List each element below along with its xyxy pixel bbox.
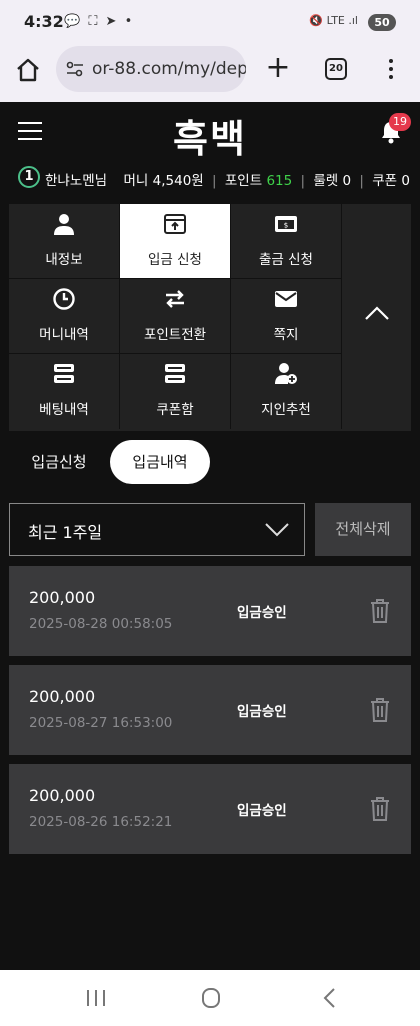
home-icon[interactable]	[14, 56, 42, 84]
status-time: 4:32	[24, 12, 64, 31]
site-logo[interactable]: 흑백	[150, 108, 270, 161]
username[interactable]: 한냐노멘님	[45, 169, 107, 189]
user-plus-icon	[275, 363, 297, 384]
system-nav-bar	[0, 970, 420, 1026]
coupon-value: 0	[401, 173, 410, 189]
notification-icons: 💬 ⛶ ➤ •	[64, 14, 135, 29]
trash-icon[interactable]	[369, 697, 391, 723]
mypage-menu-grid: 내정보 입금 신청 $ 출금 신청 머니내역 포인트전환 쪽지 베팅내역 쿠폰함…	[9, 204, 411, 431]
divider: |	[359, 173, 364, 189]
deposit-icon	[164, 214, 186, 234]
menu-label: 쿠폰함	[156, 402, 194, 418]
menu-label: 지인추천	[261, 402, 311, 418]
deposit-status: 입금승인	[237, 803, 287, 819]
roulette-value: 0	[342, 173, 352, 189]
money-label: 머니	[123, 173, 149, 189]
deposit-subtabs: 입금신청 입금내역	[0, 440, 420, 486]
chevron-down-icon	[265, 523, 289, 537]
divider: |	[212, 173, 217, 189]
deposit-status: 입금승인	[237, 605, 287, 621]
menu-label: 머니내역	[39, 327, 89, 343]
menu-label: 쪽지	[273, 327, 299, 343]
menu-item-coupon-box[interactable]: 쿠폰함	[120, 354, 231, 429]
menu-item-withdraw-request[interactable]: $ 출금 신청	[231, 204, 342, 279]
coupon-label: 쿠폰	[372, 173, 398, 189]
money-value: 4,540원	[152, 173, 204, 189]
list-item: 200,000 2025-08-28 00:58:05 입금승인	[9, 566, 411, 656]
hamburger-menu-icon[interactable]	[18, 122, 42, 140]
signal-icons: 🔇 LTE .ıl	[309, 14, 358, 27]
battery-icon: 50	[368, 14, 396, 31]
back-icon[interactable]	[316, 986, 344, 1010]
site-header: 흑백	[0, 102, 420, 162]
new-tab-icon[interactable]: +	[264, 53, 292, 83]
chevron-up-icon	[365, 306, 389, 320]
notification-badge: 19	[389, 113, 411, 131]
list-item: 200,000 2025-08-26 16:52:21 입금승인	[9, 764, 411, 854]
withdraw-icon: $	[275, 216, 297, 232]
user-balances: 머니 4,540원 | 포인트 615 | 룰렛 0 | 쿠폰 0	[124, 169, 411, 189]
menu-label: 포인트전환	[143, 327, 207, 343]
menu-item-betting-history[interactable]: 베팅내역	[9, 354, 120, 429]
coupon-icon	[165, 364, 185, 383]
list-icon	[54, 364, 74, 383]
browser-toolbar: or-88.com/my/dep + 20	[0, 44, 420, 102]
level-icon: 1	[18, 166, 40, 188]
point-value: 615	[266, 173, 293, 189]
tab-deposit-request[interactable]: 입금신청	[20, 440, 98, 484]
roulette-label: 룰렛	[313, 173, 339, 189]
menu-label: 내정보	[45, 252, 83, 268]
deposit-amount: 200,000	[29, 786, 96, 805]
menu-label: 입금 신청	[148, 252, 202, 268]
site-settings-icon[interactable]	[66, 60, 84, 78]
menu-item-point-exchange[interactable]: 포인트전환	[120, 279, 231, 354]
address-bar[interactable]: or-88.com/my/dep	[56, 46, 246, 92]
trash-icon[interactable]	[369, 796, 391, 822]
exchange-icon	[166, 290, 184, 308]
menu-label: 베팅내역	[39, 402, 89, 418]
home-nav-icon[interactable]	[197, 986, 225, 1010]
user-info-bar: 1 한냐노멘님 머니 4,540원 | 포인트 615 | 룰렛 0 | 쿠폰 …	[0, 162, 420, 196]
clock-icon	[53, 288, 75, 310]
menu-item-money-history[interactable]: 머니내역	[9, 279, 120, 354]
list-item: 200,000 2025-08-27 16:53:00 입금승인	[9, 665, 411, 755]
deposit-date: 2025-08-27 16:53:00	[29, 715, 173, 731]
delete-all-button[interactable]: 전체삭제	[315, 503, 411, 556]
deposit-date: 2025-08-26 16:52:21	[29, 814, 173, 830]
svg-text:$: $	[284, 222, 288, 230]
deposit-date: 2025-08-28 00:58:05	[29, 616, 173, 632]
period-select[interactable]: 최근 1주일	[9, 503, 305, 556]
deposit-amount: 200,000	[29, 588, 96, 607]
point-label: 포인트	[224, 173, 263, 189]
deposit-amount: 200,000	[29, 687, 96, 706]
filter-row: 최근 1주일 전체삭제	[9, 503, 411, 556]
browser-menu-icon[interactable]	[385, 56, 397, 84]
deposit-status: 입금승인	[237, 704, 287, 720]
mail-icon	[275, 291, 297, 307]
menu-label: 출금 신청	[259, 252, 313, 268]
tab-deposit-history[interactable]: 입금내역	[110, 440, 210, 484]
menu-item-messages[interactable]: 쪽지	[231, 279, 342, 354]
url-text: or-88.com/my/dep	[92, 59, 246, 79]
menu-item-referral[interactable]: 지인추천	[231, 354, 342, 429]
menu-collapse-button[interactable]	[342, 204, 411, 430]
recent-apps-icon[interactable]	[82, 986, 110, 1010]
period-select-value: 최근 1주일	[28, 523, 103, 542]
menu-item-my-info[interactable]: 내정보	[9, 204, 120, 279]
menu-item-deposit-request[interactable]: 입금 신청	[120, 204, 231, 279]
trash-icon[interactable]	[369, 598, 391, 624]
tab-switcher-button[interactable]: 20	[325, 58, 347, 80]
divider: |	[300, 173, 306, 189]
user-icon	[54, 214, 74, 235]
status-bar: 4:32 💬 ⛶ ➤ • 🔇 LTE .ıl 50	[0, 0, 420, 44]
